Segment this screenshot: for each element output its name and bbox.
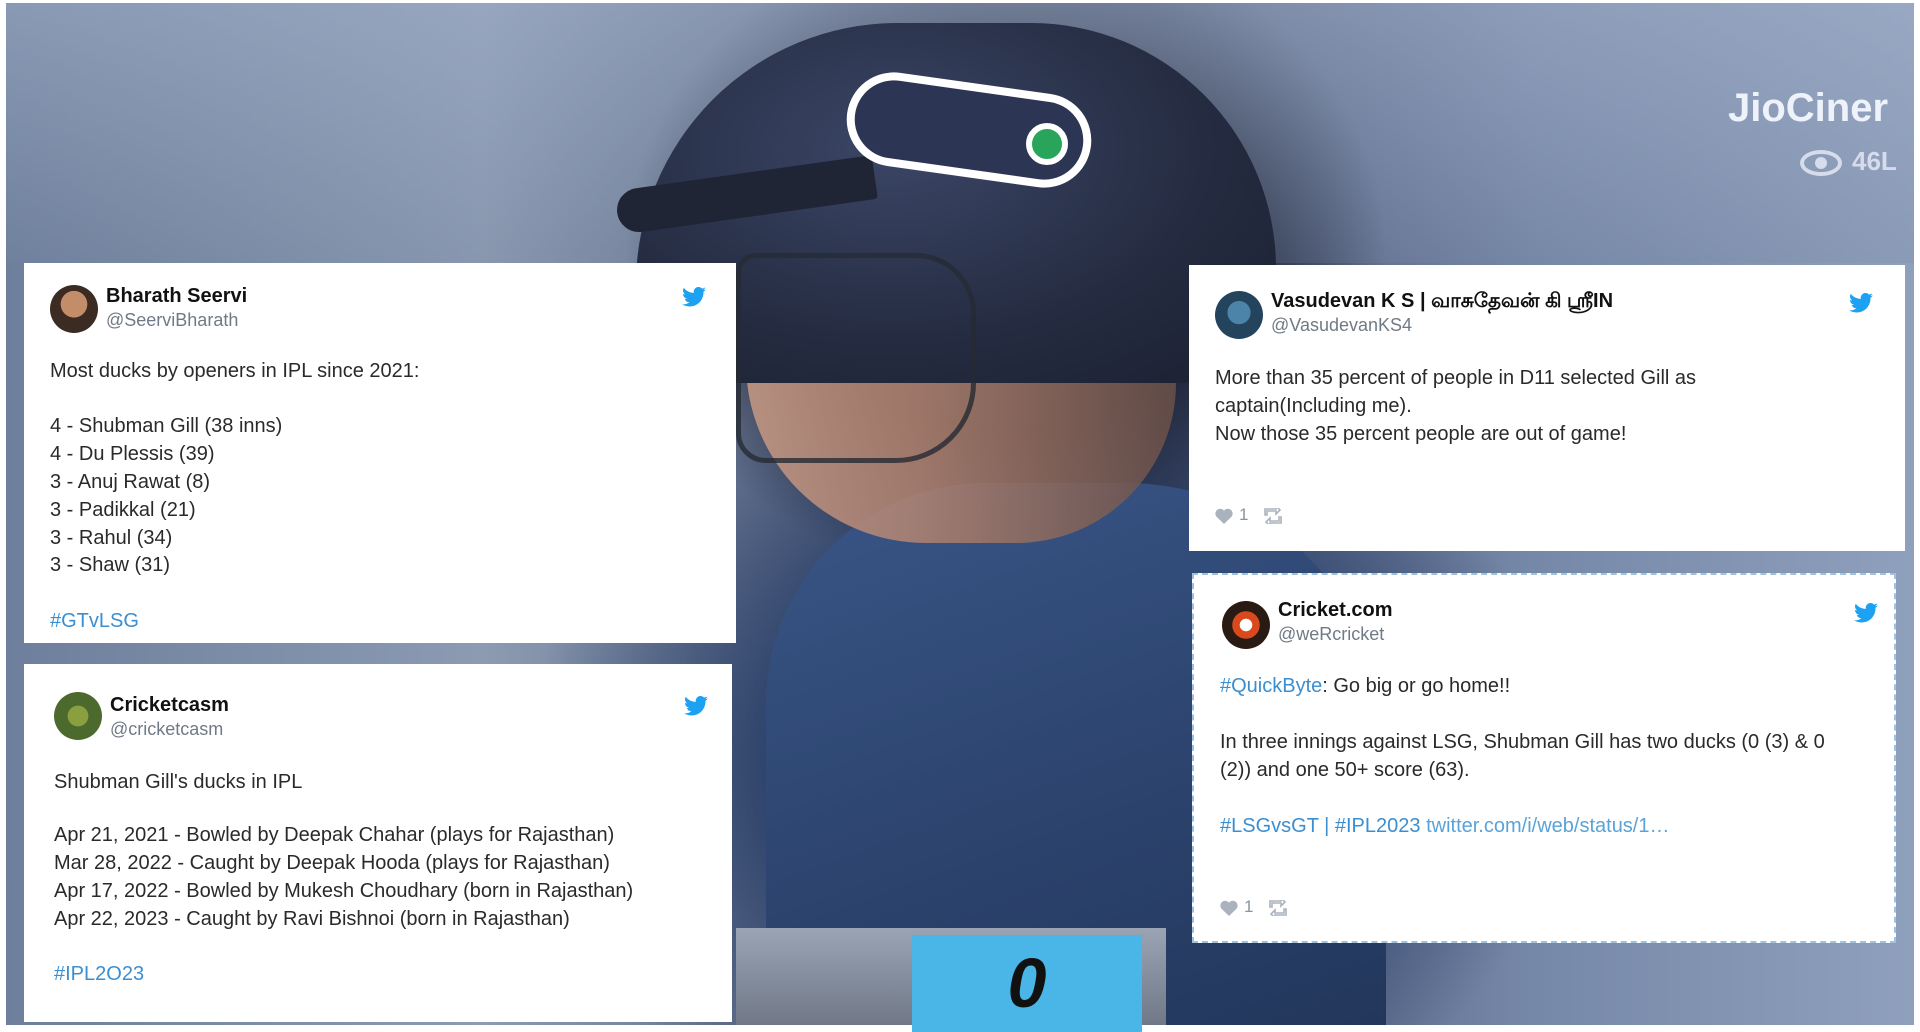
author-name[interactable]: Vasudevan K S | வாசுதேவன் கி ஸ்ரீIN xyxy=(1271,290,1613,315)
score-box: 0 xyxy=(912,935,1142,1032)
tweet-text-line: Most ducks by openers in IPL since 2021: xyxy=(50,360,420,382)
tweet-actions: 1 xyxy=(1215,505,1283,525)
twitter-bird-icon[interactable] xyxy=(1854,603,1878,623)
hashtag-link[interactable]: #QuickByte xyxy=(1220,675,1322,697)
tweet-text-line: Apr 17, 2022 - Bowled by Mukesh Choudhar… xyxy=(54,880,634,902)
author-name[interactable]: Cricket.com xyxy=(1278,599,1393,622)
tweet-text-line: 3 - Shaw (31) xyxy=(50,554,171,576)
tweet-text-rest: : Go big or go home!! xyxy=(1322,675,1511,697)
tweet-text-line: 3 - Padikkal (21) xyxy=(50,499,196,521)
hashtag-link[interactable]: #IPL2023 xyxy=(1335,815,1421,837)
tweet-text-line: Apr 22, 2023 - Caught by Ravi Bishnoi (b… xyxy=(54,908,570,930)
author-handle[interactable]: @cricketcasm xyxy=(110,719,223,740)
tweet-text-line: In three innings against LSG, Shubman Gi… xyxy=(1220,731,1825,753)
tweet-card-cricketcasm[interactable]: Cricketcasm @cricketcasm Shubman Gill's … xyxy=(24,664,732,1022)
tweet-text-line: 4 - Du Plessis (39) xyxy=(50,443,215,465)
like-count: 1 xyxy=(1244,897,1254,916)
retweet-icon[interactable] xyxy=(1263,507,1283,524)
tweet-text-line: 4 - Shubman Gill (38 inns) xyxy=(50,415,283,437)
hashtag-link[interactable]: #LSGvsGT xyxy=(1220,815,1319,837)
tweet-tags-line: #LSGvsGT | #IPL2023 twitter.com/i/web/st… xyxy=(1220,815,1670,838)
author-handle[interactable]: @VasudevanKS4 xyxy=(1271,315,1412,336)
retweet-icon[interactable] xyxy=(1268,899,1288,916)
twitter-bird-icon[interactable] xyxy=(684,696,708,716)
hashtag-link[interactable]: #GTvLSG xyxy=(50,610,139,633)
heart-icon[interactable] xyxy=(1215,508,1233,524)
tweet-card-bharath[interactable]: Bharath Seervi @SeerviBharath Most ducks… xyxy=(24,263,736,643)
twitter-bird-icon[interactable] xyxy=(682,287,706,307)
helmet-grille xyxy=(736,253,976,463)
avatar[interactable] xyxy=(50,285,98,333)
tweet-text-line: 3 - Rahul (34) xyxy=(50,527,173,549)
tweet-text-line: Shubman Gill's ducks in IPL xyxy=(54,771,303,793)
author-handle[interactable]: @SeerviBharath xyxy=(106,310,238,331)
avatar[interactable] xyxy=(54,692,102,740)
tweet-card-cricket-com[interactable]: Cricket.com @weRcricket #QuickByte: Go b… xyxy=(1192,573,1896,943)
author-handle[interactable]: @weRcricket xyxy=(1278,624,1384,645)
tag-separator: | xyxy=(1318,815,1335,837)
view-count-value: 46L xyxy=(1852,146,1897,176)
sponsor-logo-dot xyxy=(1026,123,1068,165)
author-name[interactable]: Cricketcasm xyxy=(110,694,229,717)
tweet-text-line: More than 35 percent of people in D11 se… xyxy=(1215,367,1697,389)
tweet-url-link[interactable]: twitter.com/i/web/status/1… xyxy=(1421,815,1669,837)
tweet-text-line: Now those 35 percent people are out of g… xyxy=(1215,423,1627,445)
twitter-bird-icon[interactable] xyxy=(1849,293,1873,313)
tweet-text-line: Mar 28, 2022 - Caught by Deepak Hooda (p… xyxy=(54,852,610,874)
tweet-text-line: #QuickByte: Go big or go home!! xyxy=(1220,675,1510,698)
tweet-text-line: 3 - Anuj Rawat (8) xyxy=(50,471,211,493)
tweet-text-line: Apr 21, 2021 - Bowled by Deepak Chahar (… xyxy=(54,824,615,846)
tweet-actions: 1 xyxy=(1220,897,1288,917)
eye-icon xyxy=(1800,150,1842,177)
like-count: 1 xyxy=(1239,505,1249,524)
tweet-text-line: (2)) and one 50+ score (63). xyxy=(1220,759,1470,781)
author-name[interactable]: Bharath Seervi xyxy=(106,285,247,308)
avatar[interactable] xyxy=(1222,601,1270,649)
tweet-text-line: captain(Including me). xyxy=(1215,395,1412,417)
heart-icon[interactable] xyxy=(1220,900,1238,916)
hashtag-link[interactable]: #IPL2O23 xyxy=(54,963,144,986)
avatar[interactable] xyxy=(1215,291,1263,339)
tweet-card-vasudevan[interactable]: Vasudevan K S | வாசுதேவன் கி ஸ்ரீIN @Vas… xyxy=(1189,265,1905,551)
view-count: 46L xyxy=(1800,146,1897,177)
broadcaster-watermark: JioCiner xyxy=(1728,86,1889,130)
